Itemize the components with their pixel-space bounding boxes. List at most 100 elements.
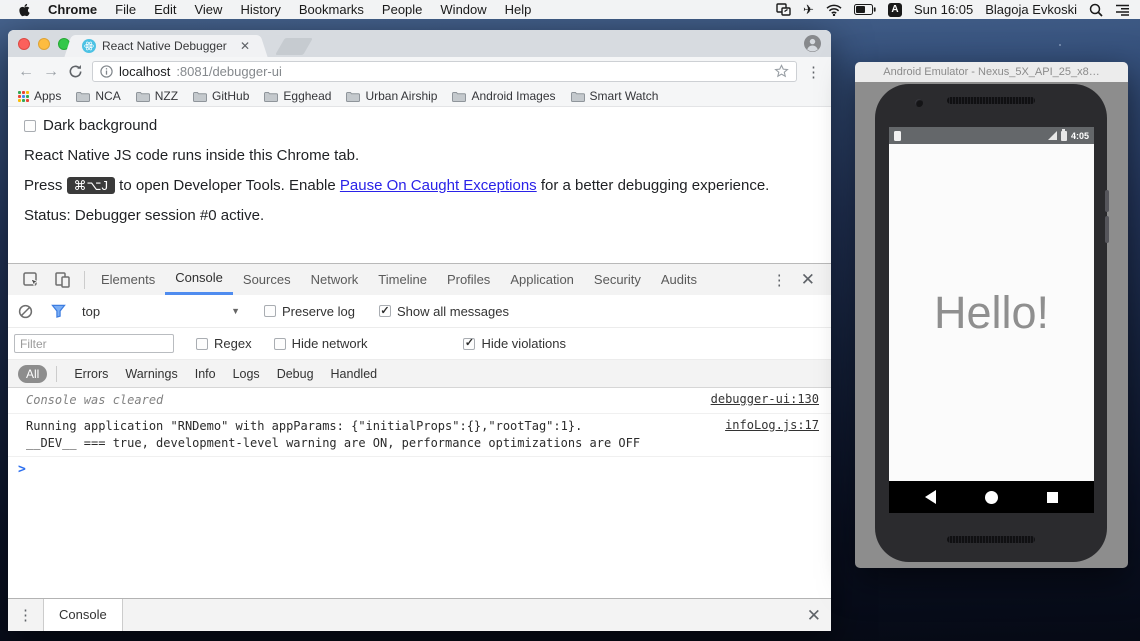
devtools-tab-console[interactable]: Console — [165, 264, 233, 295]
drawer-close-icon[interactable]: ✕ — [807, 607, 821, 624]
android-emulator-window: Android Emulator - Nexus_5X_API_25_x8… 4… — [855, 62, 1128, 568]
bookmark-folder-egghead[interactable]: Egghead — [264, 89, 331, 103]
preserve-log-control[interactable]: Preserve log — [264, 304, 355, 319]
spotlight-search-icon[interactable] — [1089, 3, 1103, 17]
hide-network-control[interactable]: Hide network — [274, 336, 368, 351]
bookmark-folder-nzz[interactable]: NZZ — [136, 89, 178, 103]
folder-icon — [193, 91, 207, 102]
bookmark-folder-urban-airship[interactable]: Urban Airship — [346, 89, 437, 103]
console-prompt[interactable]: > — [8, 457, 831, 481]
apple-icon[interactable] — [18, 3, 31, 17]
dark-background-checkbox[interactable] — [24, 120, 36, 132]
hide-network-checkbox[interactable] — [274, 338, 286, 350]
regex-checkbox[interactable] — [196, 338, 208, 350]
page-info-icon[interactable] — [100, 65, 113, 78]
bookmark-folder-nca[interactable]: NCA — [76, 89, 120, 103]
message-source-link[interactable]: infoLog.js:17 — [725, 418, 819, 432]
show-all-messages-checkbox[interactable] — [379, 305, 391, 317]
cell-signal-icon — [1048, 131, 1057, 140]
keyboard-shortcut-badge: ⌘⌥J — [67, 177, 115, 194]
browser-toolbar: ← → localhost:8081/debugger-ui ⋮ — [8, 57, 831, 86]
inspect-element-icon[interactable] — [23, 272, 40, 288]
show-all-messages-control[interactable]: Show all messages — [379, 304, 509, 319]
filter-funnel-icon[interactable] — [51, 304, 66, 318]
address-bar[interactable]: localhost:8081/debugger-ui — [92, 61, 797, 82]
chrome-menu-icon[interactable]: ⋮ — [806, 63, 821, 81]
pause-exceptions-link[interactable]: Pause On Caught Exceptions — [340, 177, 537, 194]
drawer-menu-icon[interactable]: ⋮ — [18, 606, 33, 624]
recents-nav-icon[interactable] — [1047, 492, 1058, 503]
message-text: Console was cleared — [26, 392, 695, 409]
menu-bookmarks[interactable]: Bookmarks — [290, 2, 373, 17]
new-tab-button[interactable] — [275, 38, 313, 55]
devtools-tab-security[interactable]: Security — [584, 264, 651, 295]
bookmark-star-icon[interactable] — [774, 64, 789, 79]
home-nav-icon[interactable] — [985, 491, 998, 504]
level-debug[interactable]: Debug — [277, 367, 314, 381]
device-toolbar-icon[interactable] — [54, 272, 71, 288]
window-minimize-button[interactable] — [38, 38, 50, 50]
menu-history[interactable]: History — [231, 2, 289, 17]
clear-console-icon[interactable] — [18, 304, 33, 319]
back-nav-icon[interactable] — [925, 490, 936, 504]
message-line2: __DEV__ === true, development-level warn… — [26, 436, 640, 450]
notification-center-icon[interactable] — [1115, 4, 1130, 16]
menu-window[interactable]: Window — [431, 2, 495, 17]
menu-help[interactable]: Help — [496, 2, 541, 17]
message-source-link[interactable]: debugger-ui:130 — [711, 392, 819, 406]
menu-people[interactable]: People — [373, 2, 431, 17]
menu-app-name[interactable]: Chrome — [39, 2, 106, 17]
press-text: Press ⌘⌥J to open Developer Tools. Enabl… — [24, 177, 831, 194]
menu-view[interactable]: View — [185, 2, 231, 17]
devtools-tab-sources[interactable]: Sources — [233, 264, 301, 295]
tab-close-icon[interactable]: ✕ — [240, 39, 250, 53]
devtools-close-icon[interactable]: ✕ — [801, 271, 815, 288]
hide-violations-label: Hide violations — [481, 336, 566, 351]
window-close-button[interactable] — [18, 38, 30, 50]
hide-violations-control[interactable]: Hide violations — [463, 336, 566, 351]
bookmark-folder-github[interactable]: GitHub — [193, 89, 249, 103]
input-source-icon[interactable]: A — [888, 3, 902, 17]
profile-avatar-icon[interactable] — [804, 35, 821, 52]
execution-context-selector[interactable]: top ▼ — [82, 304, 240, 319]
level-warnings[interactable]: Warnings — [125, 367, 177, 381]
forward-icon[interactable]: → — [43, 64, 59, 80]
console-message-running-app: Running application "RNDemo" with appPar… — [8, 414, 831, 457]
level-logs[interactable]: Logs — [233, 367, 260, 381]
console-message-cleared: Console was cleared debugger-ui:130 — [8, 388, 831, 414]
filter-input[interactable] — [14, 334, 174, 353]
wifi-icon[interactable] — [826, 4, 842, 16]
back-icon[interactable]: ← — [18, 64, 34, 80]
bookmark-folder-android-images[interactable]: Android Images — [452, 89, 555, 103]
devtools-menu-icon[interactable]: ⋮ — [772, 271, 787, 289]
preserve-log-checkbox[interactable] — [264, 305, 276, 317]
screen-mirroring-icon[interactable] — [776, 3, 791, 16]
devtools-tab-audits[interactable]: Audits — [651, 264, 707, 295]
press-suffix: for a better debugging experience. — [541, 177, 770, 194]
battery-icon[interactable] — [854, 4, 876, 15]
bookmark-folder-smart-watch[interactable]: Smart Watch — [571, 89, 659, 103]
devtools-tab-timeline[interactable]: Timeline — [368, 264, 437, 295]
devtools-tab-application[interactable]: Application — [500, 264, 584, 295]
drawer-tab-console[interactable]: Console — [43, 599, 123, 631]
level-info[interactable]: Info — [195, 367, 216, 381]
menu-file[interactable]: File — [106, 2, 145, 17]
hide-violations-checkbox[interactable] — [463, 338, 475, 350]
menu-edit[interactable]: Edit — [145, 2, 185, 17]
menu-user-name[interactable]: Blagoja Evkoski — [985, 2, 1077, 17]
menu-clock[interactable]: Sun 16:05 — [914, 2, 973, 17]
reload-icon[interactable] — [68, 64, 83, 79]
context-value: top — [82, 304, 100, 319]
regex-control[interactable]: Regex — [196, 336, 252, 351]
level-all[interactable]: All — [18, 365, 47, 383]
airplane-icon[interactable]: ✈ — [803, 2, 814, 18]
browser-tab[interactable]: React Native Debugger ✕ — [74, 35, 258, 57]
bookmark-apps[interactable]: Apps — [18, 89, 61, 103]
devtools-tab-network[interactable]: Network — [301, 264, 369, 295]
level-errors[interactable]: Errors — [74, 367, 108, 381]
url-path: :8081/debugger-ui — [176, 64, 282, 79]
devtools-tab-elements[interactable]: Elements — [91, 264, 165, 295]
level-handled[interactable]: Handled — [331, 367, 378, 381]
devtools-tab-profiles[interactable]: Profiles — [437, 264, 500, 295]
emulator-title-bar[interactable]: Android Emulator - Nexus_5X_API_25_x8… — [855, 62, 1128, 82]
